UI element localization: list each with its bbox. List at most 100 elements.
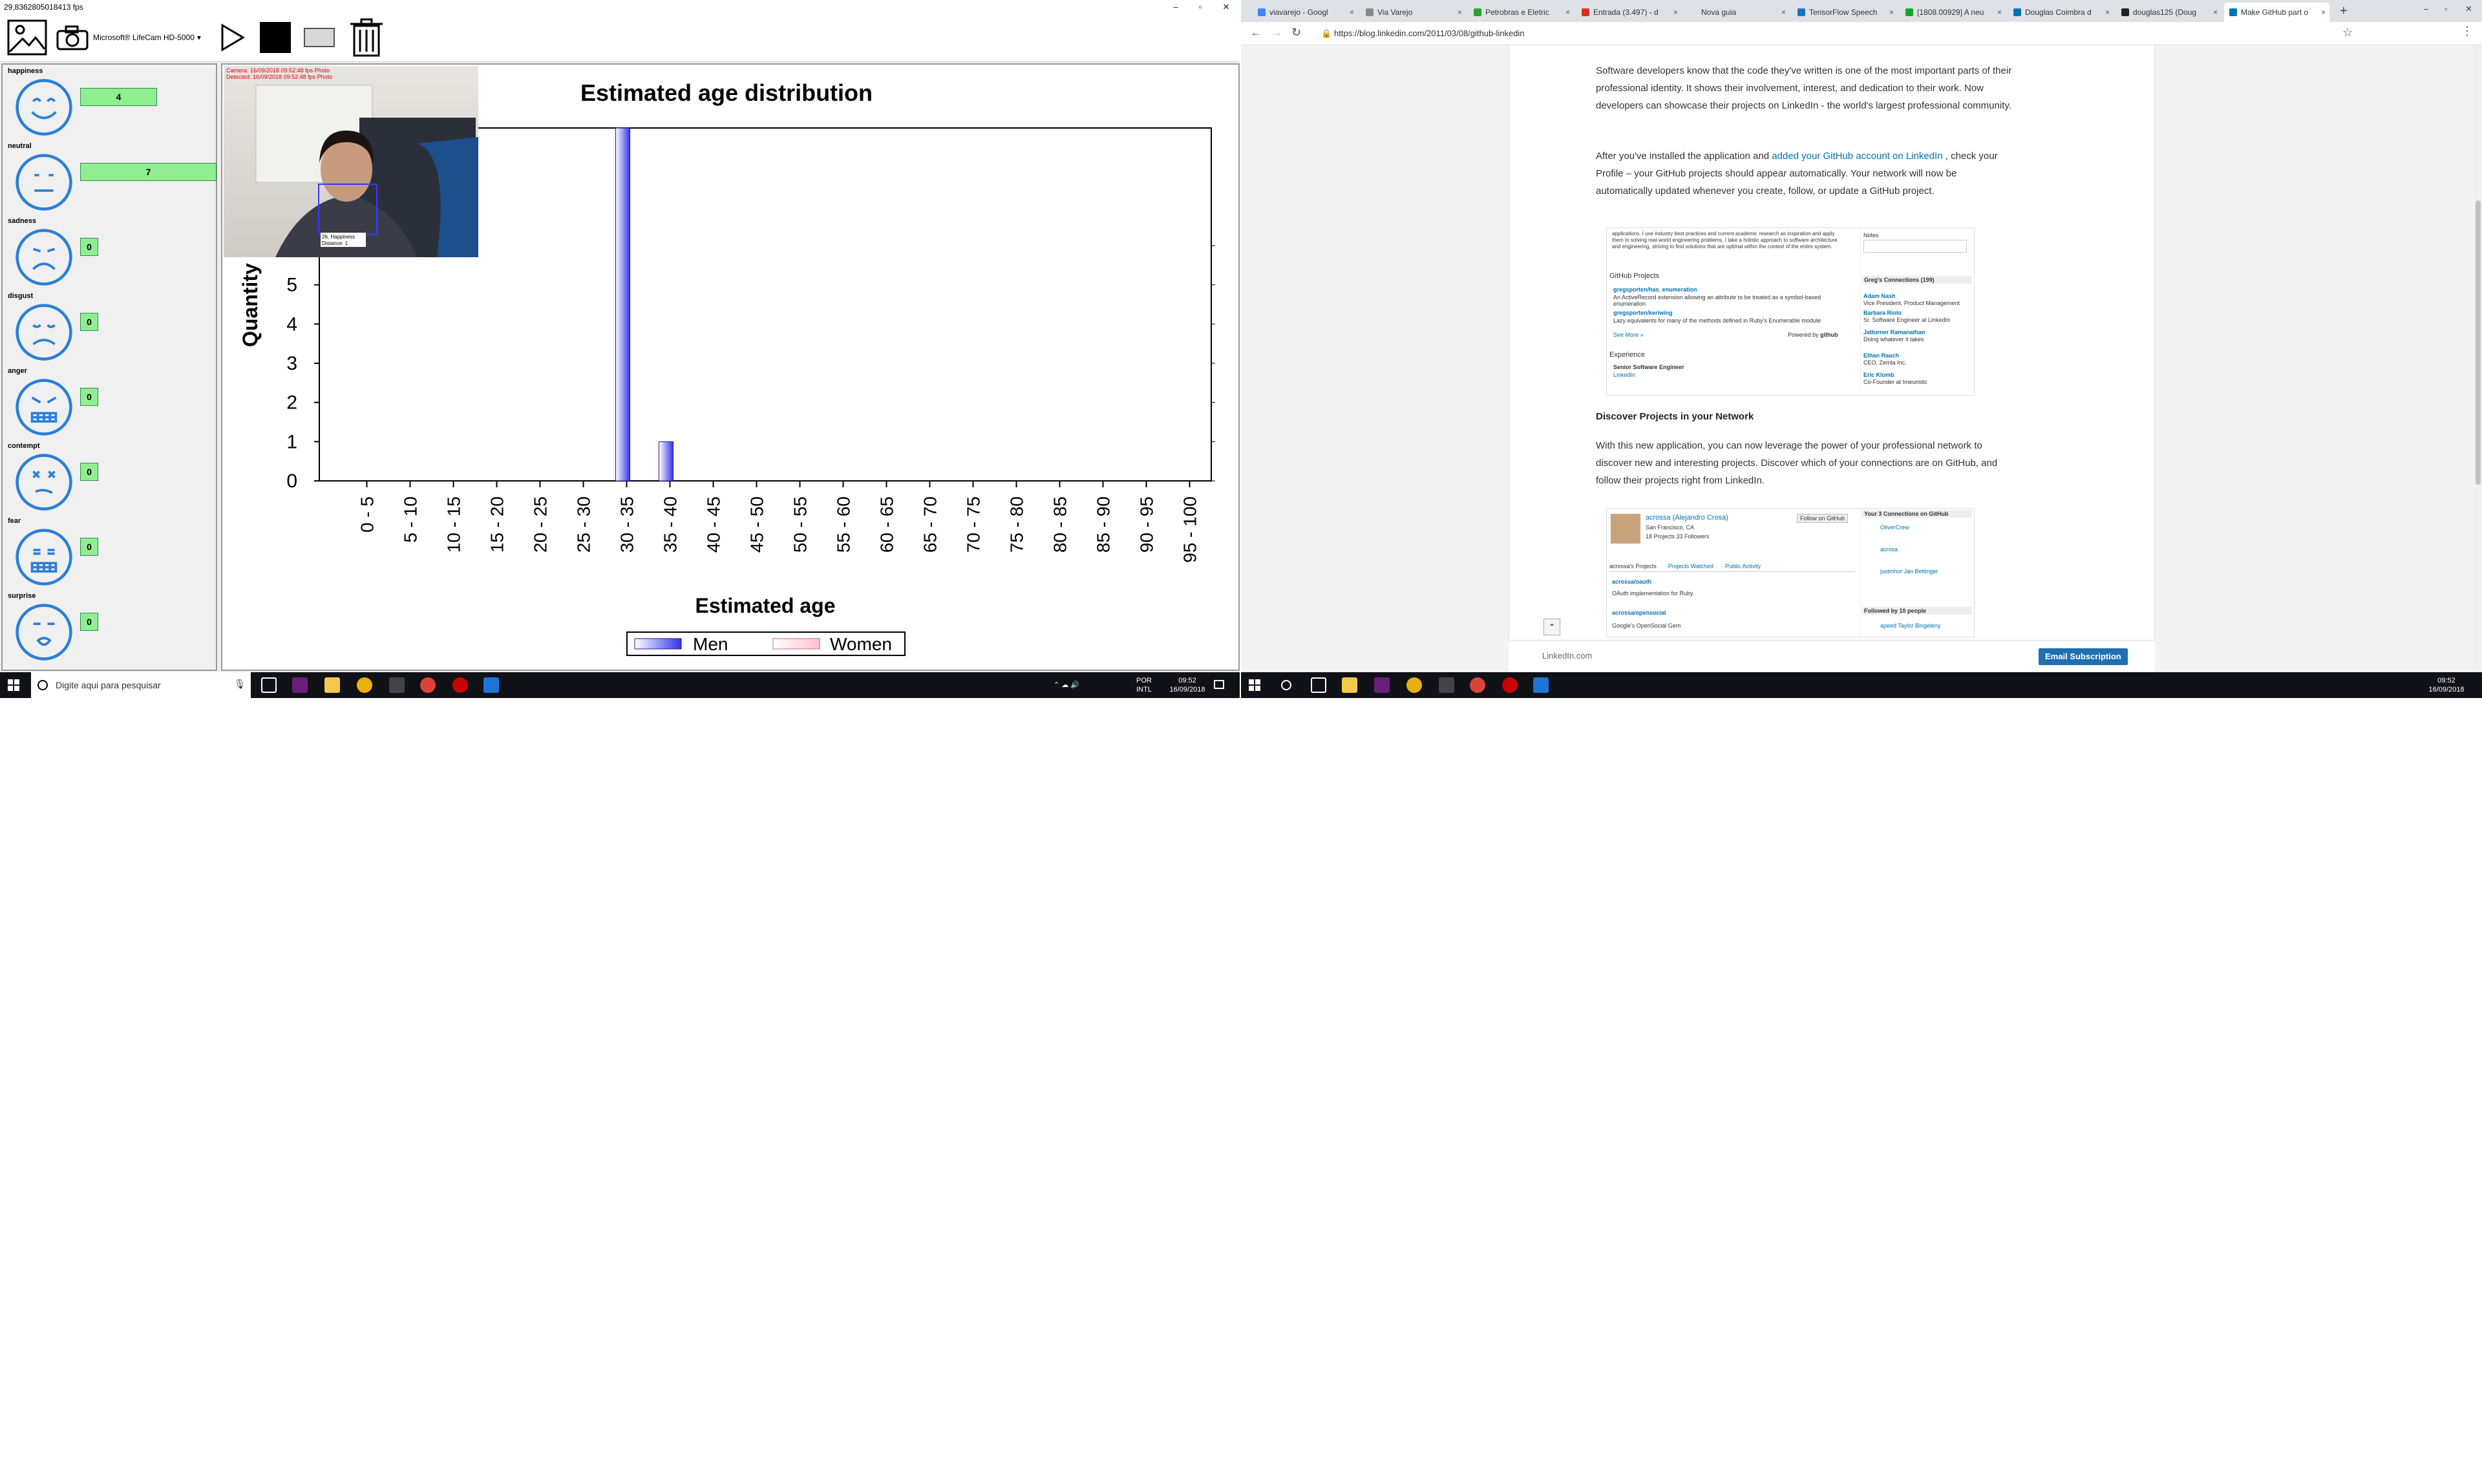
browser-tab[interactable]: viavarejo - Googl × — [1253, 3, 1358, 22]
shot1-project-2[interactable]: gregsporten/keriwing — [1613, 310, 1673, 316]
paragraph-2: After you've installed the application a… — [1596, 147, 2016, 200]
browser-tab[interactable]: Make GitHub part o × — [2224, 3, 2329, 22]
tab-close-icon[interactable]: × — [1781, 3, 1786, 22]
scroll-top-icon[interactable]: ⌃ — [1543, 619, 1560, 635]
microphone-icon[interactable]: 🎙 — [234, 679, 246, 690]
projects-screenshot: acrossa (Alejandro Crosa) San Francisco,… — [1606, 508, 1975, 637]
chrome-alt-icon-2[interactable] — [1470, 677, 1485, 693]
profile-photo — [1611, 514, 1640, 544]
windows-start-icon[interactable] — [8, 679, 19, 691]
emotion-label: neutral — [8, 142, 32, 150]
shot2-tabs: acrossa's Projects Projects Watched Public… — [1609, 563, 1855, 572]
browser-tab[interactable]: Entrada (3.497) - d × — [1576, 3, 1682, 22]
taskbar-search-box[interactable]: Digite aqui para pesquisar 🎙 — [31, 672, 251, 698]
shot1-notes: Notes — [1863, 232, 1879, 238]
tab-close-icon[interactable]: × — [1565, 3, 1570, 22]
clear-button[interactable] — [346, 18, 387, 57]
record-app-icon-2[interactable] — [1502, 677, 1518, 693]
notifications-icon[interactable] — [1214, 680, 1224, 689]
search-placeholder: Digite aqui para pesquisar — [56, 680, 161, 690]
display-toggle-button[interactable] — [301, 19, 337, 56]
camera-button[interactable] — [54, 19, 90, 56]
emotion-label: anger — [8, 367, 27, 375]
terminal-icon-2[interactable] — [1439, 677, 1454, 693]
close-icon[interactable]: ✕ — [1216, 0, 1236, 14]
minimize-icon[interactable]: – — [1166, 0, 1185, 14]
chrome-alt-icon[interactable] — [420, 677, 436, 693]
emotion-app-taskbar-icon-2[interactable] — [1533, 677, 1549, 693]
tab-label: viavarejo - Googl — [1269, 8, 1328, 17]
camera-select[interactable]: Microsoft® LifeCam HD-5000 ▾ — [93, 19, 204, 56]
shot2-conn-2: acrosa — [1880, 546, 1898, 553]
browser-tab[interactable]: Petrobras e Eletric × — [1469, 3, 1574, 22]
emotion-row-neutral: neutral 7 — [6, 141, 217, 216]
stop-button[interactable] — [259, 19, 292, 56]
tab-close-icon[interactable]: × — [1350, 3, 1354, 22]
footer-site[interactable]: LinkedIn.com — [1542, 651, 1592, 661]
emotion-app-taskbar-icon[interactable] — [483, 677, 499, 693]
browser-tab[interactable]: douglas125 (Doug × — [2116, 3, 2222, 22]
browser-tab[interactable]: [1808.00929] A neu × — [1900, 3, 2006, 22]
taskbar-clock-2[interactable]: 09:52 16/09/2018 — [2424, 676, 2469, 694]
language-indicator[interactable]: POR INTL — [1136, 676, 1152, 694]
powered-label: Powered by — [1788, 332, 1819, 338]
scrollbar-thumb[interactable] — [2476, 200, 2481, 485]
forward-icon[interactable]: → — [1271, 26, 1282, 39]
shot1-see-more[interactable]: See More » — [1613, 332, 1644, 338]
taskbar-clock[interactable]: 09:52 16/09/2018 — [1165, 676, 1210, 694]
tab-close-icon[interactable]: × — [1889, 3, 1894, 22]
task-view-icon-2[interactable] — [1311, 677, 1326, 693]
file-explorer-icon-2[interactable] — [1342, 677, 1357, 693]
tab-close-icon[interactable]: × — [1673, 3, 1678, 22]
shot1-job: Senior Software Engineer — [1613, 364, 1684, 370]
page-scrollbar[interactable] — [2474, 45, 2482, 672]
y-tick-label: 3 — [286, 353, 297, 374]
tab-close-icon[interactable]: × — [2105, 3, 2110, 22]
x-tick-label: 90 - 95 — [1137, 496, 1157, 553]
browser-tab[interactable]: Via Varejo × — [1361, 3, 1466, 22]
shot2-side-title: Your 3 Connections on GitHub — [1862, 510, 1972, 518]
task-view-icon[interactable] — [261, 677, 277, 693]
legend-swatch-women — [772, 638, 820, 650]
browser-close-icon[interactable]: ✕ — [2465, 4, 2472, 14]
network-icon[interactable]: ⌃ ☁ 🔊 — [1054, 681, 1079, 690]
back-icon[interactable]: ← — [1250, 26, 1262, 39]
x-tick-label: 45 - 50 — [747, 496, 767, 553]
lock-icon: 🔒 — [1321, 28, 1332, 38]
bookmark-star-icon[interactable]: ☆ — [2342, 26, 2353, 39]
chrome-icon[interactable] — [357, 677, 372, 693]
terminal-icon[interactable] — [389, 677, 405, 693]
browser-minimize-icon[interactable]: – — [2424, 4, 2428, 14]
play-button[interactable] — [217, 19, 248, 56]
open-image-button[interactable] — [6, 19, 48, 56]
profile-screenshot: applications. I use industry best practi… — [1606, 228, 1975, 396]
tab-favicon-icon — [1690, 8, 1697, 16]
tab-close-icon[interactable]: × — [2321, 3, 2326, 22]
visual-studio-icon-2[interactable] — [1374, 677, 1390, 693]
visual-studio-icon[interactable] — [292, 677, 308, 693]
browser-tab[interactable]: TensorFlow Speech × — [1792, 3, 1898, 22]
menu-icon[interactable]: ⋮ — [2461, 25, 2473, 38]
browser-tab[interactable]: Nova guia × — [1684, 3, 1790, 22]
cortana-icon-2[interactable] — [1281, 680, 1291, 690]
maximize-icon[interactable]: ▫ — [1191, 0, 1210, 14]
shot1-project-1[interactable]: gregsporten/has_enumeration — [1613, 286, 1697, 293]
tab-close-icon[interactable]: × — [1997, 3, 2002, 22]
tab-close-icon[interactable]: × — [2213, 3, 2218, 22]
rectangle-icon — [304, 28, 335, 47]
browser-maximize-icon[interactable]: ▫ — [2445, 4, 2448, 14]
emotion-score: 0 — [80, 238, 98, 256]
tab-close-icon[interactable]: × — [1458, 3, 1462, 22]
reload-icon[interactable]: ↻ — [1291, 26, 1301, 39]
shot1-conn-5-role: Co-Founder at Imeuristic — [1863, 379, 1928, 385]
address-bar[interactable]: 🔒 https://blog.linkedin.com/2011/03/08/g… — [1317, 25, 2287, 42]
new-tab-icon[interactable]: + — [2340, 4, 2348, 19]
file-explorer-icon[interactable] — [324, 677, 340, 693]
browser-tab[interactable]: Douglas Coimbra d × — [2008, 3, 2114, 22]
github-account-link[interactable]: added your GitHub account on LinkedIn — [1772, 151, 1942, 162]
email-subscription-button[interactable]: Email Subscription — [2039, 648, 2128, 665]
shot1-conn-3-role: Doing whatever it takes — [1863, 336, 1924, 343]
record-app-icon[interactable] — [452, 677, 468, 693]
chrome-icon-2[interactable] — [1406, 677, 1422, 693]
windows-start-icon-2[interactable] — [1249, 679, 1260, 691]
